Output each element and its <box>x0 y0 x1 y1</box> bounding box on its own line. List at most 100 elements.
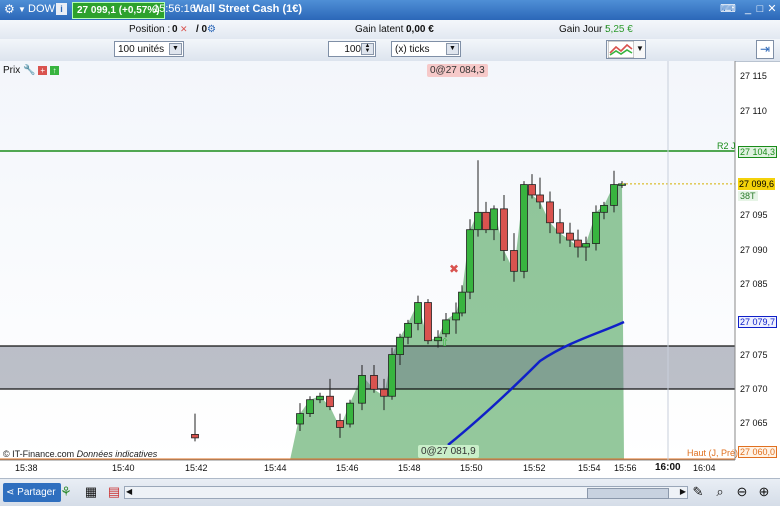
candle <box>528 184 536 196</box>
wrench-icon[interactable]: 🔧 <box>23 65 35 76</box>
units-select[interactable]: 100 unités ▼ <box>114 41 184 57</box>
candle <box>466 229 474 293</box>
y-tick-label: 27 070 <box>740 384 768 394</box>
bottom-toolbar: ⋖ Partager ⚘ ▦ ▤ ◀ ▶ ✎ ⌕ ⊖ ⊕ <box>0 478 780 506</box>
keyboard-icon[interactable]: ⌨ <box>720 2 736 17</box>
settings-icon[interactable]: ⚙ <box>4 2 15 16</box>
y-tick-label: 27 075 <box>740 350 768 360</box>
candle <box>566 232 574 241</box>
candle <box>600 204 608 213</box>
x-tick-label: 15:52 <box>523 463 546 473</box>
x-tick-label: 15:50 <box>460 463 483 473</box>
candle <box>490 208 498 231</box>
chevron-down-icon[interactable]: ▼ <box>636 41 644 57</box>
chart-scrollbar[interactable]: ◀ ▶ <box>124 486 688 499</box>
r2-value-badge: 27 104,3 <box>738 146 778 158</box>
scroll-left-icon[interactable]: ◀ <box>126 487 132 496</box>
order-marker-bottom[interactable]: 0@27 081,9 <box>418 445 479 458</box>
candle <box>452 312 460 321</box>
candle <box>396 336 404 356</box>
candle <box>520 184 528 272</box>
gain-latent-value: 0,00 € <box>406 24 434 35</box>
y-tick-label: 27 065 <box>740 418 768 428</box>
range-band <box>0 346 735 389</box>
candle <box>296 413 304 425</box>
share-label: Partager <box>17 487 56 498</box>
units-select-value: 100 unités <box>118 44 165 55</box>
x-tick-label: 15:56 <box>614 463 637 473</box>
share-button[interactable]: ⋖ Partager <box>3 483 61 502</box>
candle <box>442 319 450 335</box>
position-info-bar: Position : 0 ✕ / 0 ⚙ Gain latent : 0,00 … <box>0 20 780 40</box>
layout-icon[interactable]: ▦ <box>83 484 99 500</box>
candle <box>546 201 554 224</box>
candle <box>510 250 518 272</box>
y-tick-label: 27 115 <box>740 71 767 81</box>
candle <box>316 395 324 401</box>
watermark-note: Données indicatives <box>76 449 158 459</box>
candle <box>536 194 544 203</box>
candle <box>414 302 422 324</box>
price-badge: 27 099,1 (+0,57%) <box>72 2 165 19</box>
candle <box>336 420 344 428</box>
countdown-badge: 38T <box>738 191 758 201</box>
chart-toolbar: 100 unités ▼ 100 ▲ ▼ (x) ticks ▼ ▼ ⇥ <box>0 39 780 62</box>
y-tick-label: 27 095 <box>740 210 768 220</box>
sell-marker-icon: ✖ <box>449 262 459 276</box>
info-icon[interactable]: i <box>56 3 67 15</box>
gear-icon[interactable]: ⚙ <box>207 24 216 35</box>
candle <box>346 402 354 425</box>
price-chart[interactable]: ✖ ⇧ Prix 🔧 + ↑ 0@27 084,3 0@27 081,9 © IT… <box>0 61 780 473</box>
r2-label: R2 J <box>717 141 736 151</box>
buy-icon[interactable]: ↑ <box>50 66 60 75</box>
close-button[interactable]: ✕ <box>764 2 780 17</box>
buy-marker-icon: ⇧ <box>440 336 449 349</box>
chevron-down-icon[interactable]: ▼ <box>446 43 459 55</box>
candle <box>388 354 396 397</box>
chart-canvas[interactable]: ✖⇧ <box>0 61 780 461</box>
candle <box>380 388 388 397</box>
candle <box>556 222 564 234</box>
position-label: Position : <box>129 24 171 35</box>
panel-toggle-icon[interactable]: ⇥ <box>756 40 774 59</box>
prix-label: Prix <box>3 65 21 76</box>
watermark-source: © IT-Finance.com <box>3 449 75 459</box>
zoom-fit-icon[interactable]: ⌕ <box>712 484 728 500</box>
x-tick-label: 15:40 <box>112 463 135 473</box>
chevron-down-icon[interactable]: ▼ <box>169 43 182 55</box>
x-tick-label: 15:46 <box>336 463 359 473</box>
x-tick-label: 15:48 <box>398 463 421 473</box>
chevron-down-icon[interactable]: ▼ <box>18 5 26 14</box>
sell-icon[interactable]: + <box>38 66 48 75</box>
close-position-icon[interactable]: ✕ <box>180 24 188 35</box>
bars-icon[interactable]: ▤ <box>106 484 122 500</box>
position-orders: / 0 <box>196 24 208 35</box>
stepper-icon[interactable]: ▲ ▼ <box>361 43 374 55</box>
candle <box>191 434 199 439</box>
order-marker-top[interactable]: 0@27 084,3 <box>427 64 488 77</box>
scrollbar-thumb[interactable] <box>587 488 669 499</box>
zoom-out-icon[interactable]: ⊖ <box>734 484 750 500</box>
x-tick-label: 16:04 <box>693 463 716 473</box>
y-tick-label: 27 085 <box>740 279 768 289</box>
candle <box>592 211 600 244</box>
ticks-unit-select[interactable]: (x) ticks ▼ <box>391 41 461 57</box>
gain-latent-label: Gain latent : <box>355 24 409 35</box>
chart-type-icon <box>608 41 634 58</box>
candle <box>582 243 590 248</box>
candle <box>370 375 378 390</box>
instrument-menu[interactable]: DOW <box>28 3 55 15</box>
chart-type-select[interactable]: ▼ <box>606 40 646 59</box>
gain-jour-value: 5,25 € <box>605 24 633 35</box>
draw-tools-icon[interactable]: ✎ <box>690 484 706 500</box>
price-axis-label: Prix 🔧 + ↑ <box>3 65 60 76</box>
scroll-right-icon[interactable]: ▶ <box>680 487 686 496</box>
zoom-in-icon[interactable]: ⊕ <box>756 484 772 500</box>
indicators-icon[interactable]: ⚘ <box>58 484 74 500</box>
candle <box>358 375 366 404</box>
ticks-input-value: 100 <box>344 44 361 55</box>
candle <box>474 211 482 231</box>
candle <box>574 239 582 248</box>
gain-jour-label: Gain Jour : <box>559 24 608 35</box>
ticks-input[interactable]: 100 ▲ ▼ <box>328 41 376 57</box>
